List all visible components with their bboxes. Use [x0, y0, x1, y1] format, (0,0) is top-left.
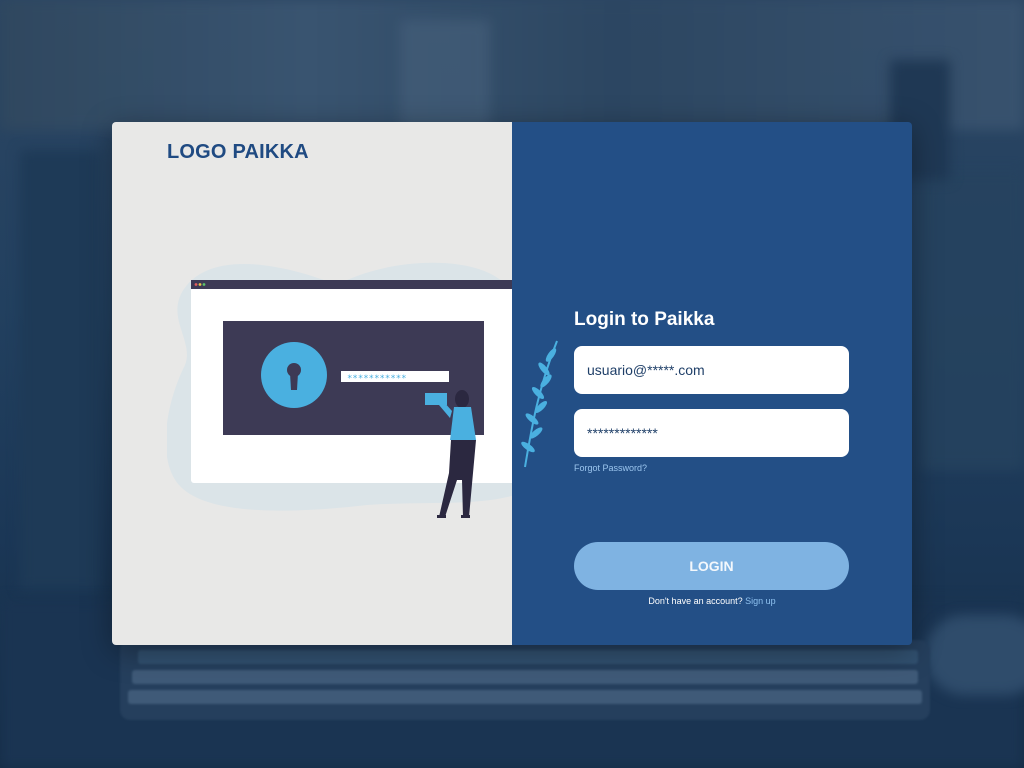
forgot-password-link[interactable]: Forgot Password?: [574, 463, 647, 473]
logo-text: LOGO PAIKKA: [167, 141, 309, 163]
login-card: LOGO PAIKKA *********** Login to Paikka …: [112, 122, 912, 645]
mouse-shape: [925, 615, 1024, 695]
form-panel: Login to Paikka usuario@*****.com ******…: [512, 122, 912, 645]
password-field[interactable]: *************: [574, 409, 849, 457]
email-field[interactable]: usuario@*****.com: [574, 346, 849, 394]
illustration-panel: LOGO PAIKKA ***********: [112, 122, 555, 645]
login-illustration: ***********: [167, 262, 555, 518]
login-button[interactable]: LOGIN: [574, 542, 849, 590]
keyboard-background: [120, 640, 930, 720]
masked-password-text: ***********: [347, 374, 407, 384]
login-title: Login to Paikka: [574, 309, 715, 330]
signup-link[interactable]: Sign up: [745, 596, 776, 606]
signup-prompt-text: Don't have an account?: [648, 596, 743, 606]
laurel-branch-icon: [521, 340, 558, 468]
signup-prompt: Don't have an account? Sign up: [512, 596, 912, 606]
